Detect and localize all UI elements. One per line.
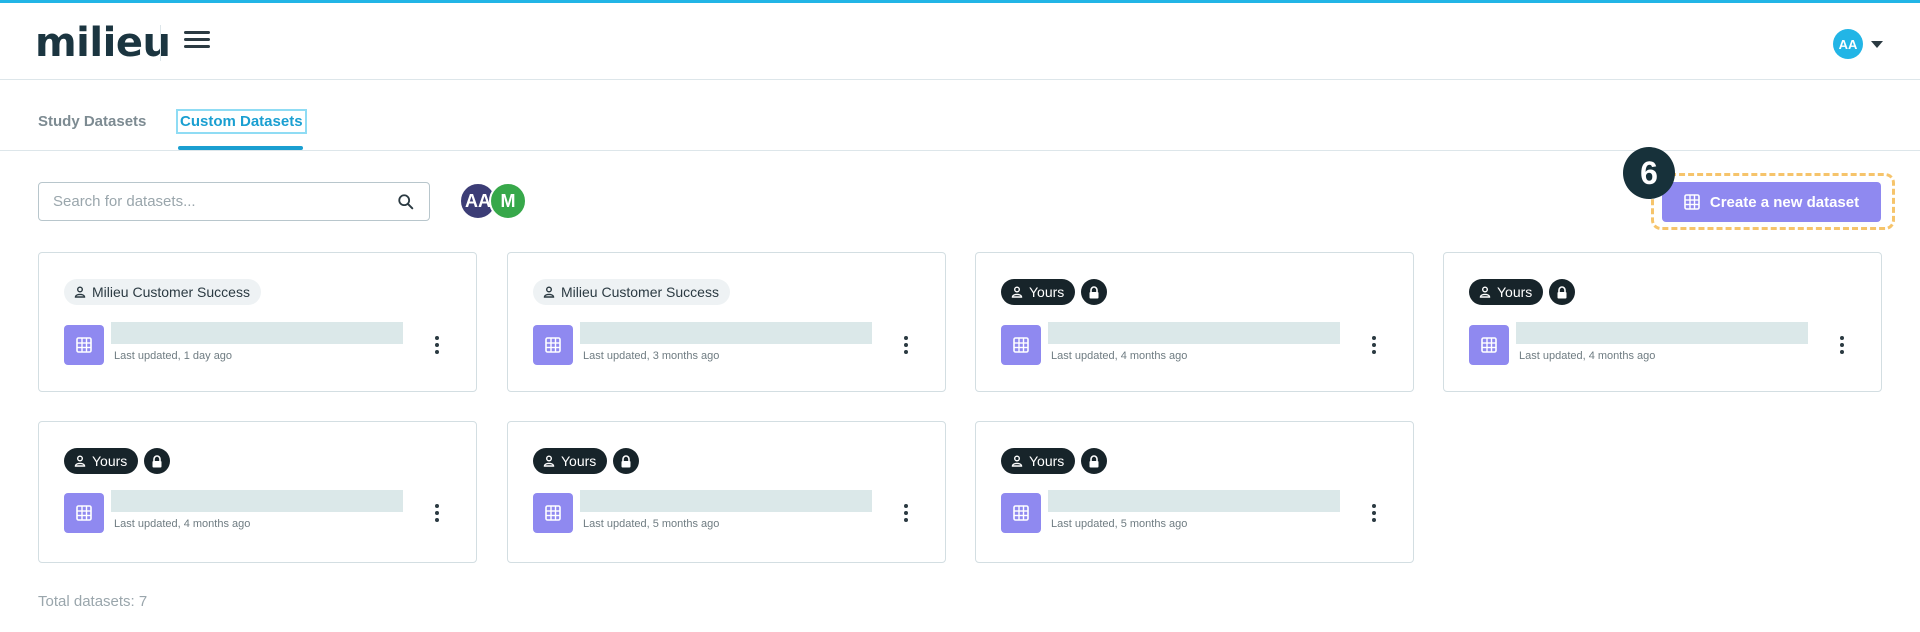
dataset-card[interactable]: Milieu Customer Success Last updated, 1 d…: [38, 252, 477, 392]
card-badges: Milieu Customer Success: [533, 279, 730, 305]
header-divider: [160, 25, 161, 61]
dataset-grid-icon: [1001, 325, 1041, 365]
dataset-card[interactable]: Yours Last updated, 4 months ago: [1443, 252, 1882, 392]
dataset-grid-icon: [64, 325, 104, 365]
more-options-icon[interactable]: [431, 502, 443, 524]
milieu-logo[interactable]: milieu: [35, 20, 171, 66]
person-icon: [543, 286, 555, 298]
active-tab-indicator: [178, 146, 303, 150]
owner-badge: Yours: [533, 448, 608, 474]
owner-badge: Yours: [1001, 448, 1076, 474]
avatar-filter-m[interactable]: M: [489, 182, 527, 220]
dataset-grid-icon: [533, 325, 573, 365]
owner-filter-avatars: AA M: [459, 182, 527, 220]
more-options-icon[interactable]: [431, 334, 443, 356]
owner-label: Yours: [1029, 284, 1065, 300]
lock-icon: [144, 448, 171, 474]
dataset-card[interactable]: Yours Last updated, 5 months ago: [975, 421, 1414, 563]
person-icon: [1011, 286, 1023, 298]
person-icon: [1011, 455, 1023, 467]
search-icon[interactable]: [397, 193, 415, 211]
person-icon: [74, 455, 86, 467]
lock-icon: [613, 448, 640, 474]
grid-icon: [1684, 194, 1700, 210]
dataset-card[interactable]: Milieu Customer Success Last updated, 3 m…: [507, 252, 946, 392]
last-updated-text: Last updated, 3 months ago: [583, 350, 720, 362]
total-datasets: Total datasets: 7: [38, 593, 148, 610]
owner-badge: Yours: [64, 448, 139, 474]
dataset-card[interactable]: Yours Last updated, 4 months ago: [975, 252, 1414, 392]
owner-badge: Yours: [1469, 279, 1544, 305]
person-icon: [74, 286, 86, 298]
user-avatar: AA: [1833, 29, 1863, 59]
lock-icon: [1081, 448, 1108, 474]
dataset-name[interactable]: [1516, 322, 1808, 344]
card-badges: Milieu Customer Success: [64, 279, 261, 305]
app-header: milieu AA: [0, 3, 1920, 80]
card-badges: Yours: [1001, 448, 1108, 474]
card-badges: Yours: [1469, 279, 1576, 305]
more-options-icon[interactable]: [900, 334, 912, 356]
dataset-grid-icon: [533, 493, 573, 533]
card-badges: Yours: [1001, 279, 1108, 305]
user-menu[interactable]: AA: [1833, 29, 1883, 59]
more-options-icon[interactable]: [1836, 334, 1848, 356]
last-updated-text: Last updated, 4 months ago: [1519, 350, 1656, 362]
person-icon: [1479, 286, 1491, 298]
create-dataset-button[interactable]: Create a new dataset: [1662, 182, 1881, 222]
lock-icon: [1549, 279, 1576, 305]
owner-label: Yours: [92, 453, 128, 469]
create-dataset-label: Create a new dataset: [1709, 193, 1860, 211]
owner-badge: Milieu Customer Success: [64, 279, 261, 305]
owner-label: Yours: [1497, 284, 1533, 300]
more-options-icon[interactable]: [900, 502, 912, 524]
dataset-name[interactable]: [580, 490, 872, 512]
dataset-grid-icon: [1001, 493, 1041, 533]
dataset-card[interactable]: Yours Last updated, 5 months ago: [507, 421, 946, 563]
last-updated-text: Last updated, 5 months ago: [583, 518, 720, 530]
owner-badge: Yours: [1001, 279, 1076, 305]
caret-down-icon: [1871, 40, 1883, 48]
last-updated-text: Last updated, 5 months ago: [1051, 518, 1188, 530]
card-badges: Yours: [64, 448, 171, 474]
owner-label: Yours: [1029, 453, 1065, 469]
last-updated-text: Last updated, 4 months ago: [114, 518, 251, 530]
card-badges: Yours: [533, 448, 640, 474]
owner-label: Milieu Customer Success: [92, 284, 250, 300]
dataset-name[interactable]: [111, 490, 403, 512]
tab-study-datasets[interactable]: Study Datasets: [38, 113, 146, 130]
last-updated-text: Last updated, 1 day ago: [114, 350, 233, 362]
more-options-icon[interactable]: [1368, 334, 1380, 356]
dataset-name[interactable]: [1048, 490, 1340, 512]
dataset-name[interactable]: [1048, 322, 1340, 344]
last-updated-text: Last updated, 4 months ago: [1051, 350, 1188, 362]
dataset-name[interactable]: [111, 322, 403, 344]
person-icon: [543, 455, 555, 467]
owner-label: Yours: [561, 453, 597, 469]
owner-label: Milieu Customer Success: [561, 284, 719, 300]
owner-badge: Milieu Customer Success: [533, 279, 730, 305]
tutorial-step-badge: 6: [1623, 147, 1675, 199]
search-box[interactable]: [38, 182, 430, 221]
tab-custom-datasets[interactable]: Custom Datasets: [176, 109, 307, 134]
dataset-card[interactable]: Yours Last updated, 4 months ago: [38, 421, 477, 563]
dataset-grid-icon: [64, 493, 104, 533]
dataset-name[interactable]: [580, 322, 872, 344]
more-options-icon[interactable]: [1368, 502, 1380, 524]
hamburger-menu-icon[interactable]: [184, 31, 210, 51]
lock-icon: [1081, 279, 1108, 305]
dataset-tabs: Study Datasets Custom Datasets: [0, 81, 1920, 151]
dataset-grid-icon: [1469, 325, 1509, 365]
search-input[interactable]: [53, 193, 397, 210]
